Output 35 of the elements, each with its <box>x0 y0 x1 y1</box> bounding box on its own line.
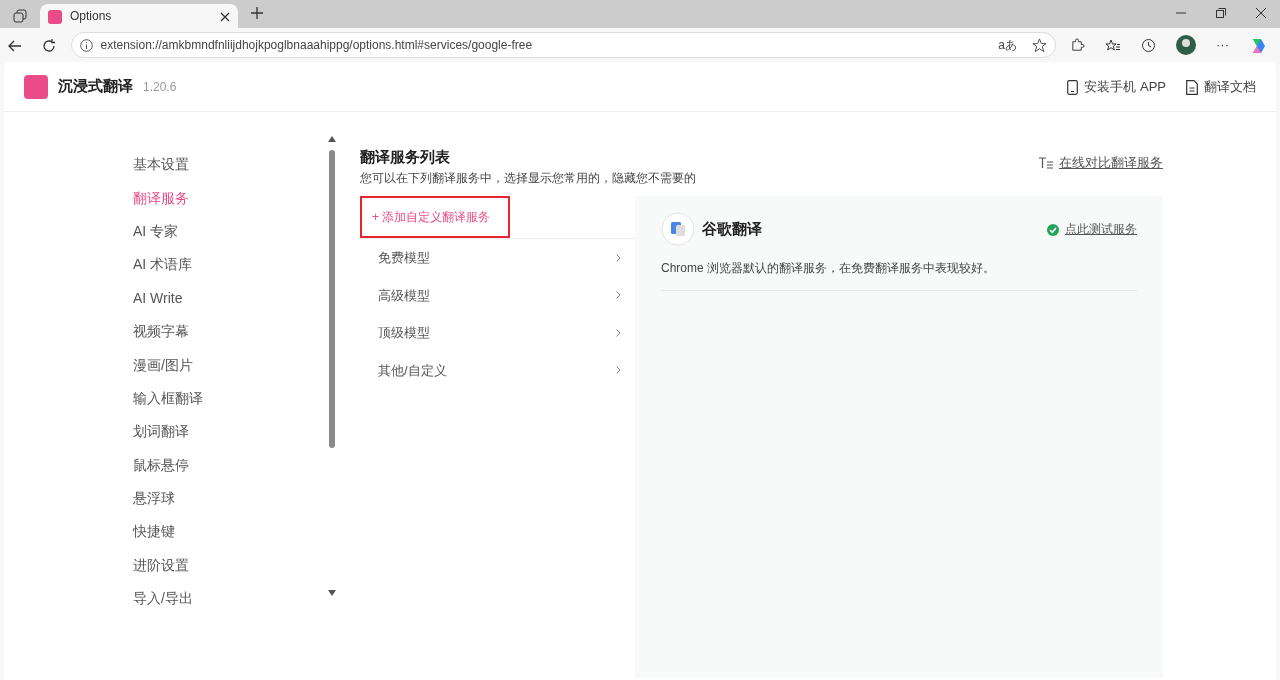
sidebar-item[interactable]: AI 术语库 <box>133 248 193 282</box>
model-group-item[interactable]: 免费模型 <box>360 239 635 277</box>
add-custom-service-button[interactable]: + 添加自定义翻译服务 <box>360 196 510 238</box>
url-text: extension://amkbmndfnliijdhojkpoglbnaaahippg/options.html#services/google-free <box>100 37 534 54</box>
sidebar-item[interactable]: 基本设置 <box>133 148 189 182</box>
model-group-item[interactable]: 高级模型 <box>360 276 635 314</box>
sidebar-item[interactable]: AI 专家 <box>133 214 179 249</box>
sidebar-item[interactable]: 快捷键 <box>133 515 175 549</box>
browser-tab[interactable]: Options <box>40 4 238 28</box>
sidebar-item[interactable]: 视频字幕 <box>133 314 189 349</box>
install-app-link[interactable]: 安装手机 APP <box>1084 76 1166 97</box>
sidebar-item[interactable]: 输入框翻译 <box>133 381 203 416</box>
version-label: 1.20.6 <box>143 78 177 96</box>
section-subtitle: 您可以在下列翻译服务中，选择显示您常用的，隐藏您不需要的 <box>360 169 696 187</box>
docs-link[interactable]: 翻译文档 <box>1204 76 1256 97</box>
sidebar-item[interactable]: 进阶设置 <box>133 548 189 583</box>
sidebar-item[interactable]: 划词翻译 <box>133 415 189 449</box>
section-title: 翻译服务列表 <box>360 147 451 167</box>
test-service-link[interactable]: 点此测试服务 <box>1065 220 1137 238</box>
sidebar-item[interactable]: 翻译服务 <box>133 181 189 215</box>
address-bar[interactable]: extension://amkbmndfnliijdhojkpoglbnaaahippg/options.html#services/google-free aあ <box>70 32 1056 58</box>
read-aloud-icon[interactable]: aあ <box>998 36 1017 54</box>
sidebar-item[interactable]: AI Write <box>133 281 183 315</box>
service-name: 谷歌翻译 <box>701 218 763 239</box>
sidebar-item[interactable]: 漫画/图片 <box>133 348 193 382</box>
sidebar-item[interactable]: 鼠标悬停 <box>133 448 189 482</box>
tab-title: Options <box>70 8 113 25</box>
brand-name: 沉浸式翻译 <box>58 76 133 97</box>
model-group-item[interactable]: 顶级模型 <box>360 314 635 352</box>
compare-services-link[interactable]: 在线对比翻译服务 <box>1059 152 1163 172</box>
more-icon[interactable]: ··· <box>1216 35 1229 55</box>
sidebar-item[interactable]: 导入/导出 <box>133 582 193 616</box>
model-group-item[interactable]: 其他/自定义 <box>360 351 635 389</box>
sidebar-item[interactable]: 悬浮球 <box>133 481 175 516</box>
service-description: Chrome 浏览器默认的翻译服务，在免费翻译服务中表现较好。 <box>661 259 1137 291</box>
